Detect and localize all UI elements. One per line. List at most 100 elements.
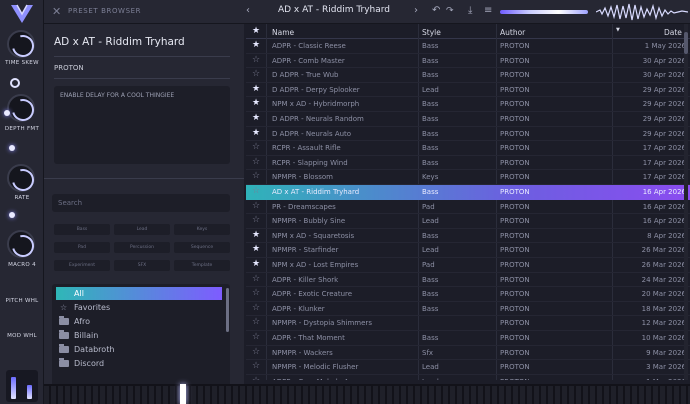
active-key[interactable] [180,384,186,404]
piano-key[interactable] [142,386,148,404]
favorite-star-outline-icon[interactable]: ☆ [252,70,260,79]
piano-key[interactable] [163,386,169,404]
piano-key[interactable] [268,386,274,404]
table-row[interactable]: ★ NPM x AD - Lost Empires Pad PROTON 26 Mar … [246,258,690,273]
rate-mod-dot[interactable] [9,145,15,151]
favorite-star-outline-icon[interactable]: ☆ [252,318,260,327]
table-row[interactable]: ☆ NPMPR - Wackers Sfx PROTON 9 Mar 2026 [246,346,690,361]
piano-key[interactable] [135,386,141,404]
favorite-star-outline-icon[interactable]: ☆ [252,187,260,196]
piano-key[interactable] [401,386,407,404]
tag-experiment[interactable]: Experiment [54,260,110,271]
favorite-star-outline-icon[interactable]: ☆ [252,216,260,225]
category-all[interactable]: All [56,287,222,300]
table-row[interactable]: ★ D ADPR - Neurals Random Bass PROTON 29 Apr… [246,112,690,127]
piano-key[interactable] [345,386,351,404]
table-row[interactable]: ☆ NPMPR - Dystopia Shimmers PROTON 12 Mar 2… [246,316,690,331]
piano-key[interactable] [632,386,638,404]
piano-key[interactable] [233,386,239,404]
current-preset-title[interactable]: AD x AT - Riddim Tryhard [259,5,409,15]
table-row[interactable]: ☆ NPMPR - Bubbly Sine Lead PROTON 16 Apr 202… [246,214,690,229]
favorite-star-outline-icon[interactable]: ☆ [252,55,260,65]
piano-key[interactable] [639,386,645,404]
piano-keyboard[interactable] [44,384,690,404]
piano-key[interactable] [149,386,155,404]
piano-key[interactable] [107,386,113,404]
time-skew-knob[interactable] [7,30,35,58]
table-scroll-thumb[interactable] [684,32,688,54]
favorite-star-outline-icon[interactable]: ☆ [252,157,260,167]
piano-key[interactable] [275,386,281,404]
piano-key[interactable] [471,386,477,404]
piano-key[interactable] [541,386,547,404]
piano-key[interactable] [548,386,554,404]
favorite-star-outline-icon[interactable]: ☆ [252,201,260,211]
piano-key[interactable] [569,386,575,404]
column-header-name[interactable]: Name [272,28,294,37]
table-row[interactable]: ☆ ADPR - Exotic Creature Bass PROTON 20 Mar … [246,287,690,302]
favorite-star-outline-icon[interactable]: ☆ [252,376,260,380]
table-row-selected[interactable]: ☆ AD x AT - Riddim Tryhard Bass PROTON 16 Ap… [246,185,690,200]
favorite-star-outline-icon[interactable]: ☆ [252,172,260,181]
piano-key[interactable] [366,386,372,404]
table-row[interactable]: ☆ ADPR - Klunker Bass PROTON 18 Mar 2026 [246,302,690,317]
piano-key[interactable] [114,386,120,404]
piano-key[interactable] [450,386,456,404]
piano-key[interactable] [170,386,176,404]
piano-key[interactable] [205,386,211,404]
tag-sequence[interactable]: Sequence [174,242,230,253]
piano-key[interactable] [429,386,435,404]
piano-key[interactable] [240,386,246,404]
piano-key[interactable] [625,386,631,404]
tag-template[interactable]: Template [174,260,230,271]
piano-key[interactable] [492,386,498,404]
next-preset-icon[interactable]: › [414,5,418,17]
piano-key[interactable] [562,386,568,404]
preset-description[interactable]: ENABLE DELAY FOR A COOL THINGIEE [54,86,230,164]
column-header-date[interactable]: Date [664,28,682,37]
piano-key[interactable] [555,386,561,404]
category-discord[interactable]: Discord [56,357,222,370]
column-header-author[interactable]: Author [500,28,525,37]
favorite-star-outline-icon[interactable]: ☆ [252,333,260,342]
piano-key[interactable] [72,386,78,404]
piano-key[interactable] [303,386,309,404]
piano-key[interactable] [79,386,85,404]
mod-wheel-label[interactable]: MOD WHL [0,333,44,339]
depth-fmt-knob[interactable] [7,94,35,122]
piano-key[interactable] [226,386,232,404]
tag-lead[interactable]: Lead [114,224,170,235]
favorite-star-filled-icon[interactable]: ★ [252,99,260,108]
piano-key[interactable] [457,386,463,404]
piano-key[interactable] [128,386,134,404]
piano-key[interactable] [198,386,204,404]
piano-key[interactable] [604,386,610,404]
favorite-star-outline-icon[interactable]: ☆ [252,303,260,313]
piano-key[interactable] [387,386,393,404]
favorite-star-outline-icon[interactable]: ☆ [252,143,260,152]
menu-icon[interactable]: ≡ [484,5,492,17]
table-row[interactable]: ☆ PR - Dreamscapes Pad PROTON 16 Apr 2026 [246,200,690,215]
table-row[interactable]: ★ NPM x AD - Hybridmorph Bass PROTON 29 Apr … [246,97,690,112]
piano-key[interactable] [611,386,617,404]
piano-key[interactable] [296,386,302,404]
category-scrollbar[interactable] [226,288,229,332]
favorite-star-outline-icon[interactable]: ☆ [252,289,260,298]
piano-key[interactable] [597,386,603,404]
favorite-column-star-icon[interactable]: ★ [252,27,260,36]
piano-key[interactable] [331,386,337,404]
piano-key[interactable] [646,386,652,404]
tag-sfx[interactable]: SFX [114,260,170,271]
piano-key[interactable] [86,386,92,404]
search-input[interactable]: Search [52,194,230,212]
favorite-star-outline-icon[interactable]: ☆ [252,362,260,371]
table-row[interactable]: ☆ ADPR - Comb Master Bass PROTON 30 Apr 2026 [246,54,690,69]
piano-key[interactable] [261,386,267,404]
piano-key[interactable] [499,386,505,404]
piano-key[interactable] [534,386,540,404]
tag-percussion[interactable]: Percussion [114,242,170,253]
favorite-star-filled-icon[interactable]: ★ [252,41,260,50]
category-favorites[interactable]: ☆ Favorites [56,301,222,314]
table-row[interactable]: ☆ NPMPR - Melodic Flusher Lead PROTON 3 Mar … [246,360,690,375]
favorite-star-filled-icon[interactable]: ★ [252,84,260,94]
